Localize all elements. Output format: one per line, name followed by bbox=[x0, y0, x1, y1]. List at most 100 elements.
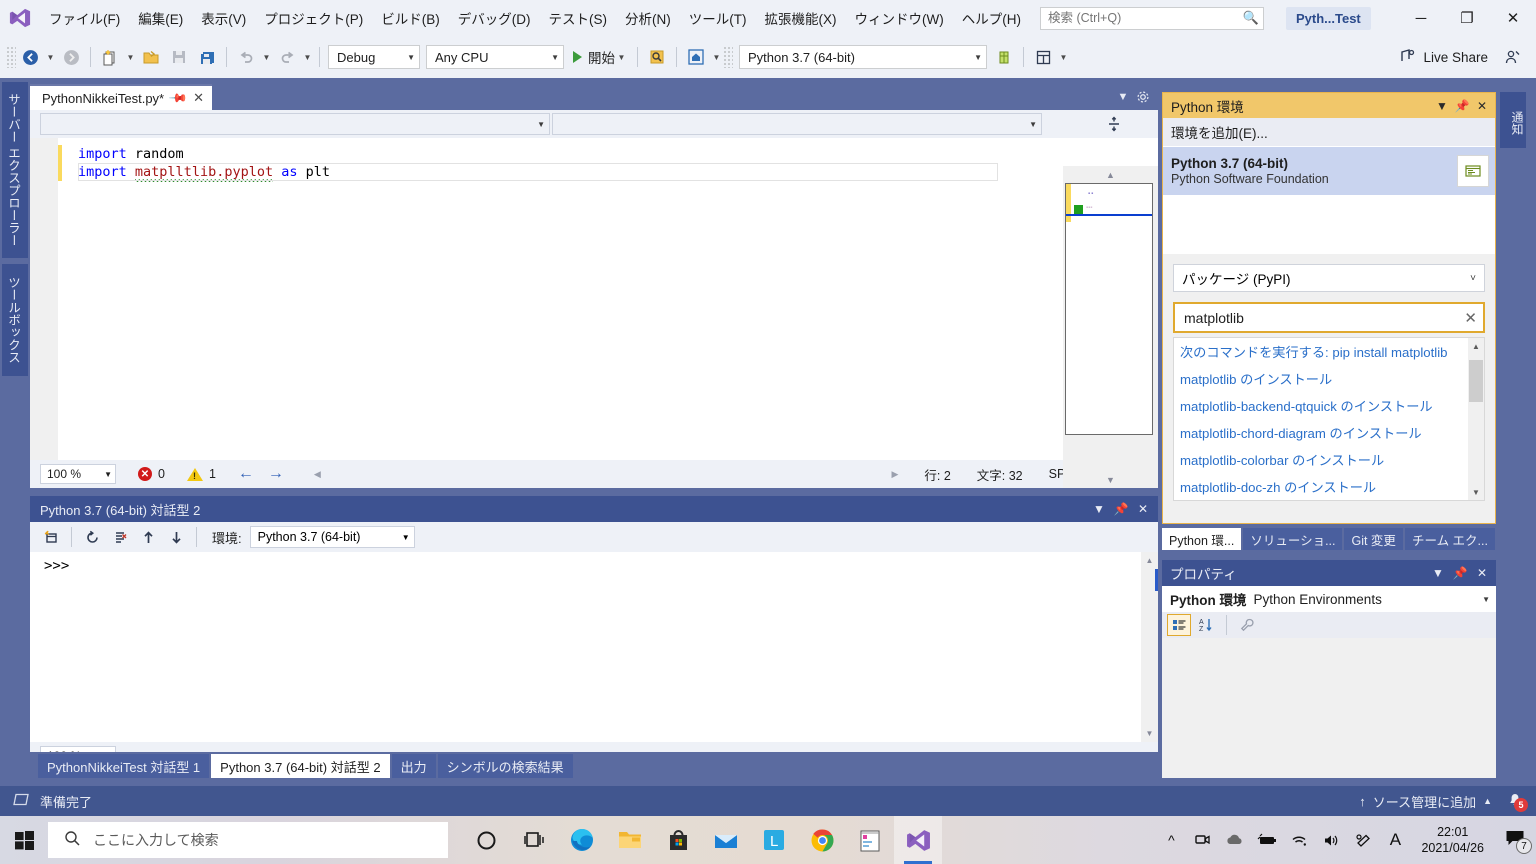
tab-pythonnikkeitest-interactive-1[interactable]: PythonNikkeiTest 対話型 1 bbox=[38, 754, 209, 778]
menu-build[interactable]: ビルド(B) bbox=[372, 0, 449, 36]
package-view-selector[interactable]: パッケージ (PyPI) ˅ bbox=[1173, 264, 1485, 292]
undo-icon[interactable] bbox=[232, 44, 260, 70]
menu-edit[interactable]: 編集(E) bbox=[129, 0, 192, 36]
list-item-matplotlib[interactable]: matplotlib のインストール bbox=[1174, 365, 1484, 392]
chevron-up-icon[interactable]: ▲ bbox=[1483, 796, 1492, 806]
menu-analyze[interactable]: 分析(N) bbox=[616, 0, 680, 36]
list-item-matplotlib-colorbar[interactable]: matplotlib-colorbar のインストール bbox=[1174, 446, 1484, 473]
clear-x-icon[interactable]: ✕ bbox=[1464, 309, 1477, 327]
taskbar-clock[interactable]: 22:01 2021/04/26 bbox=[1411, 824, 1494, 856]
menu-debug[interactable]: デバッグ(D) bbox=[449, 0, 540, 36]
sidebar-item-toolbox[interactable]: ツールボックス bbox=[2, 264, 28, 376]
chevron-down-icon[interactable]: ▼ bbox=[1427, 562, 1449, 584]
editor-zoom-combo[interactable]: 100 % ▼ bbox=[40, 464, 116, 484]
properties-object-selector[interactable]: Python 環境 Python Environments ▼ bbox=[1162, 586, 1496, 612]
tab-symbol-search-results[interactable]: シンボルの検索結果 bbox=[438, 754, 573, 778]
close-icon[interactable]: ✕ bbox=[193, 90, 204, 106]
sticky-notes-icon[interactable] bbox=[846, 816, 894, 864]
mail-icon[interactable] bbox=[702, 816, 750, 864]
code-text[interactable]: import random import matplltlib.pyplot a… bbox=[62, 138, 1158, 460]
windows-start-icon[interactable] bbox=[0, 816, 48, 864]
hscroll-left-icon[interactable]: ◀ bbox=[314, 469, 321, 480]
start-debug-button[interactable]: 開始 ▼ bbox=[567, 44, 632, 70]
new-project-icon[interactable] bbox=[96, 44, 124, 70]
navigate-back-icon[interactable] bbox=[16, 44, 44, 70]
tab-output[interactable]: 出力 bbox=[392, 754, 436, 778]
layout-dropdown-icon[interactable]: ▼ bbox=[1057, 53, 1070, 62]
interactive-window-icon[interactable] bbox=[1457, 155, 1489, 187]
quick-launch-input[interactable] bbox=[1048, 11, 1243, 25]
scroll-down-icon[interactable]: ▼ bbox=[1063, 471, 1158, 488]
solution-configuration-combo[interactable]: Debug ▼ bbox=[328, 45, 420, 69]
navbar-member-combo[interactable]: ▼ bbox=[40, 113, 550, 135]
list-item-matplotlib-chord-diagram[interactable]: matplotlib-chord-diagram のインストール bbox=[1174, 419, 1484, 446]
visual-studio-icon[interactable] bbox=[894, 816, 942, 864]
chevron-down-icon[interactable]: ▼ bbox=[1468, 484, 1484, 500]
new-window-icon[interactable] bbox=[38, 525, 64, 549]
restart-icon[interactable] bbox=[79, 525, 105, 549]
close-icon[interactable]: ✕ bbox=[1132, 498, 1154, 520]
pin-icon[interactable]: 📌 bbox=[1449, 562, 1471, 584]
undo-dropdown-icon[interactable]: ▼ bbox=[260, 53, 273, 62]
scroll-up-icon[interactable]: ▲ bbox=[1141, 552, 1158, 569]
gear-icon[interactable] bbox=[1134, 87, 1152, 107]
google-chrome-icon[interactable] bbox=[798, 816, 846, 864]
menu-window[interactable]: ウィンドウ(W) bbox=[846, 0, 953, 36]
menu-project[interactable]: プロジェクト(P) bbox=[255, 0, 372, 36]
warning-count-group[interactable]: 1 bbox=[187, 467, 216, 481]
clear-screen-icon[interactable] bbox=[107, 525, 133, 549]
editor-vertical-scrollbar[interactable]: ▲ ▪▪ ▪▪▪ ▼ bbox=[1063, 166, 1158, 488]
navigate-back-dropdown-icon[interactable]: ▼ bbox=[44, 53, 57, 62]
arrow-down-icon[interactable] bbox=[163, 525, 189, 549]
minimize-button[interactable]: ─ bbox=[1398, 0, 1444, 36]
list-item-matplotlib-doc-zh[interactable]: matplotlib-doc-zh のインストール bbox=[1174, 473, 1484, 500]
camera-icon[interactable] bbox=[1187, 816, 1219, 864]
attach-process-icon[interactable] bbox=[643, 44, 671, 70]
microsoft-edge-icon[interactable] bbox=[558, 816, 606, 864]
list-item-matplotlib-backend-qtquick[interactable]: matplotlib-backend-qtquick のインストール bbox=[1174, 392, 1484, 419]
package-results-list[interactable]: 次のコマンドを実行する: pip install matplotlib matp… bbox=[1173, 337, 1485, 501]
menu-extensions[interactable]: 拡張機能(X) bbox=[756, 0, 846, 36]
chevron-down-icon[interactable]: ▼ bbox=[1114, 87, 1132, 107]
notifications-button[interactable]: 5 bbox=[1502, 790, 1528, 812]
open-file-icon[interactable] bbox=[137, 44, 165, 70]
interactive-vertical-scrollbar[interactable]: ▲ ▼ bbox=[1141, 552, 1158, 742]
save-icon[interactable] bbox=[165, 44, 193, 70]
pin-icon[interactable]: 📌 bbox=[1110, 498, 1132, 520]
redo-icon[interactable] bbox=[273, 44, 301, 70]
close-button[interactable]: ✕ bbox=[1490, 0, 1536, 36]
new-project-dropdown-icon[interactable]: ▼ bbox=[124, 53, 137, 62]
properties-grid[interactable] bbox=[1162, 638, 1496, 778]
interactive-env-combo[interactable]: Python 3.7 (64-bit) ▼ bbox=[250, 526, 415, 548]
menu-help[interactable]: ヘルプ(H) bbox=[953, 0, 1030, 36]
categorized-icon[interactable] bbox=[1167, 614, 1191, 636]
start-dropdown-icon[interactable]: ▼ bbox=[615, 53, 628, 62]
wrench-icon[interactable] bbox=[1235, 614, 1259, 636]
task-view-icon[interactable] bbox=[510, 816, 558, 864]
solution-platform-combo[interactable]: Any CPU ▼ bbox=[426, 45, 564, 69]
scroll-up-icon[interactable]: ▲ bbox=[1063, 166, 1158, 183]
quick-launch-search[interactable]: 🔍 bbox=[1040, 7, 1264, 30]
taskbar-search-box[interactable]: ここに入力して検索 bbox=[48, 822, 448, 858]
volume-icon[interactable] bbox=[1315, 816, 1347, 864]
menu-view[interactable]: 表示(V) bbox=[192, 0, 255, 36]
package-results-scrollbar[interactable]: ▲ ▼ bbox=[1468, 338, 1484, 500]
maximize-restore-button[interactable]: ❐ bbox=[1444, 0, 1490, 36]
pen-icon[interactable] bbox=[1347, 816, 1379, 864]
arrow-left-icon[interactable]: ← bbox=[238, 465, 254, 483]
editor-glyph-margin[interactable] bbox=[30, 138, 58, 460]
document-tab-pythonnikkeitest[interactable]: PythonNikkeiTest.py* 📌 ✕ bbox=[30, 84, 212, 110]
line-icon[interactable]: L bbox=[750, 816, 798, 864]
scroll-thumb[interactable] bbox=[1155, 569, 1158, 591]
home-dropdown-icon[interactable]: ▼ bbox=[710, 53, 723, 62]
alphabetical-sort-icon[interactable]: AZ bbox=[1194, 614, 1218, 636]
chevron-up-icon[interactable]: ▲ bbox=[1468, 338, 1484, 354]
code-editor-surface[interactable]: import random import matplltlib.pyplot a… bbox=[30, 138, 1158, 460]
onedrive-icon[interactable] bbox=[1219, 816, 1251, 864]
wifi-icon[interactable] bbox=[1283, 816, 1315, 864]
list-item-python37[interactable]: Python 3.7 (64-bit) Python Software Foun… bbox=[1163, 147, 1495, 195]
package-search-field[interactable]: ✕ bbox=[1173, 302, 1485, 333]
window-layout-icon[interactable] bbox=[1029, 44, 1057, 70]
tab-python37-interactive-2[interactable]: Python 3.7 (64-bit) 対話型 2 bbox=[211, 754, 389, 778]
home-icon[interactable] bbox=[682, 44, 710, 70]
